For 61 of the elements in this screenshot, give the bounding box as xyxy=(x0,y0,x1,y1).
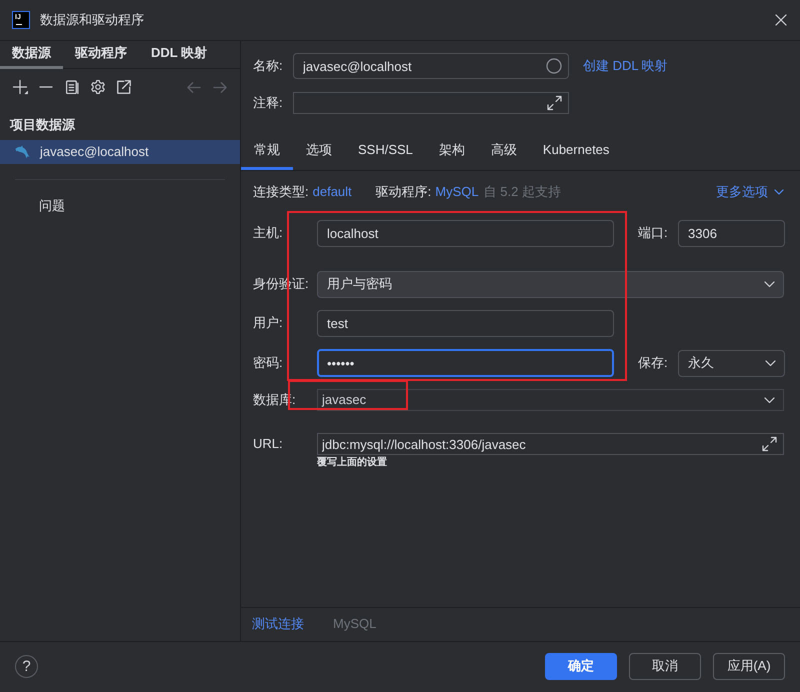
export-arrow-icon xyxy=(117,80,131,94)
database-combobox[interactable]: javasec xyxy=(317,389,784,411)
section-title: 项目数据源 xyxy=(8,116,76,134)
host-field[interactable]: localhost xyxy=(317,220,614,247)
connection-type-link[interactable]: default xyxy=(312,184,352,200)
port-field[interactable]: 3306 xyxy=(678,220,785,247)
gear-icon xyxy=(91,80,105,94)
hint-text: 覆写上面的设置 xyxy=(317,457,388,470)
circle-icon xyxy=(546,58,562,74)
expand-icon xyxy=(547,96,562,110)
problems-label: 问题 xyxy=(38,198,66,214)
plus-icon xyxy=(12,79,28,95)
dialog-button[interactable]: 取消 xyxy=(629,653,701,680)
right-arrow-icon xyxy=(213,82,227,92)
chevron-down-icon xyxy=(774,189,784,195)
driver-version-note: 自 5.2 起支持 xyxy=(484,184,561,200)
comment-label: 注释: xyxy=(253,94,284,112)
name-field[interactable]: javasec@localhost xyxy=(293,53,569,79)
user-field[interactable]: test xyxy=(317,310,614,337)
url-field[interactable]: jdbc:mysql://localhost:3306/javasec xyxy=(317,433,784,455)
chevron-down-icon xyxy=(764,396,775,404)
sidebar-tab[interactable]: 驱动程序 xyxy=(63,41,139,69)
sidebar-tab[interactable]: DDL 映射 xyxy=(139,41,220,69)
settings-tab[interactable]: SSH/SSL xyxy=(345,134,426,170)
settings-tab[interactable]: 常规 xyxy=(241,134,293,170)
field-label: 保存: xyxy=(638,354,669,372)
field-label: 密码: xyxy=(253,354,284,372)
copy-icon xyxy=(66,80,78,94)
driver-label: 驱动程序: xyxy=(376,184,432,200)
close-icon xyxy=(775,14,787,26)
left-arrow-icon xyxy=(187,82,201,92)
chevron-down-icon xyxy=(765,360,776,366)
comment-field[interactable] xyxy=(293,92,569,114)
settings-tab[interactable]: 选项 xyxy=(293,134,345,170)
driver-name: MySQL xyxy=(333,616,376,633)
expand-icon xyxy=(762,436,777,452)
settings-tab[interactable]: 架构 xyxy=(426,134,478,170)
dialog-button[interactable]: 应用(A) xyxy=(713,653,785,680)
ok-button[interactable]: 确定 xyxy=(545,653,617,680)
name-label: 名称: xyxy=(253,58,284,74)
settings-tab[interactable]: 高级 xyxy=(478,134,530,170)
data-source-item[interactable]: javasec@localhost xyxy=(0,140,240,164)
field-label: 端口: xyxy=(638,225,669,242)
create-ddl-link[interactable]: 创建 DDL 映射 xyxy=(583,58,668,74)
field-label: URL: xyxy=(253,436,284,452)
field-label: 用户: xyxy=(253,315,284,332)
password-field[interactable]: •••••• xyxy=(317,349,614,377)
connection-type-label: 连接类型: xyxy=(253,184,309,200)
auth-select[interactable]: 用户与密码 xyxy=(317,271,784,298)
sidebar-tab[interactable]: 数据源 xyxy=(0,41,63,69)
save-mode-select[interactable]: 永久 xyxy=(678,350,785,376)
field-label: 主机: xyxy=(253,225,284,242)
minus-icon xyxy=(39,86,53,88)
more-options-link[interactable]: 更多选项 xyxy=(716,184,784,200)
window-title: 数据源和驱动程序 xyxy=(40,12,144,28)
chevron-down-icon xyxy=(764,281,775,288)
settings-tab[interactable]: Kubernetes xyxy=(530,134,622,170)
help-button[interactable]: ? xyxy=(15,655,38,678)
driver-link[interactable]: MySQL xyxy=(435,184,479,200)
test-connection-link[interactable]: 测试连接 xyxy=(252,616,304,633)
dolphin-icon xyxy=(15,145,30,159)
